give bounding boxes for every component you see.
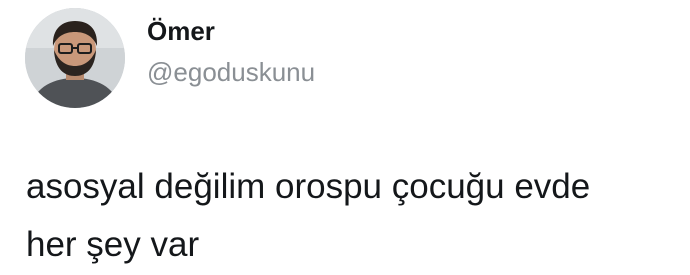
avatar[interactable] xyxy=(25,8,125,108)
tweet-text-line: asosyal değilim orospu çocuğu evde xyxy=(26,167,591,206)
user-handle[interactable]: @egoduskunu xyxy=(147,57,315,87)
display-name[interactable]: Ömer xyxy=(147,16,215,46)
tweet-text-line: her şey var xyxy=(26,225,200,264)
tweet: Ömer @egoduskunu asosyal değilim orospu … xyxy=(0,0,690,275)
tweet-text: asosyal değilim orospu çocuğu evde her ş… xyxy=(26,158,676,274)
avatar-photo-icon xyxy=(25,8,125,108)
